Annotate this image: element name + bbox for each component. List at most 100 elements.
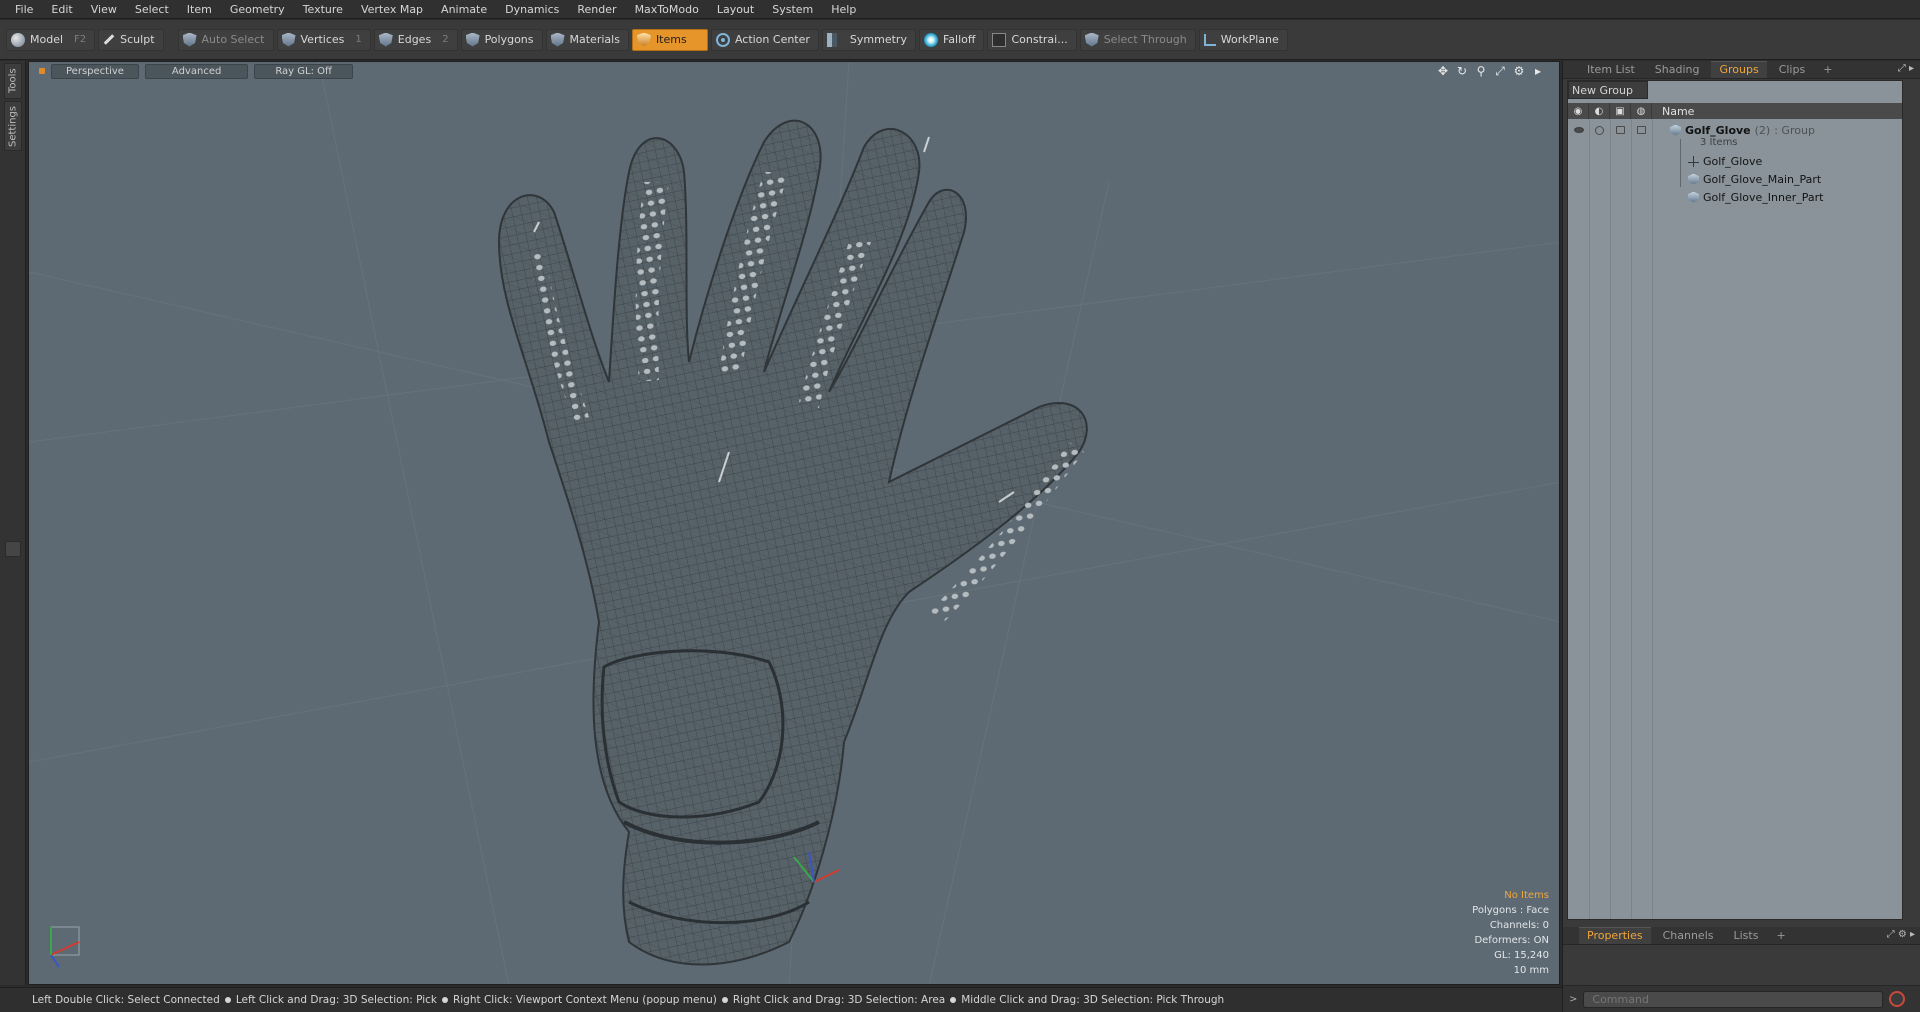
locator-icon — [1688, 155, 1699, 167]
menu-edit[interactable]: Edit — [42, 0, 81, 19]
falloff-label: Falloff — [942, 33, 976, 46]
select-column-icon[interactable]: ◍ — [1631, 103, 1652, 119]
action-center-button[interactable]: Action Center — [710, 28, 819, 51]
falloff-button[interactable]: Falloff — [918, 28, 985, 51]
item-name: Golf_Glove_Main_Part — [1703, 172, 1822, 186]
items-button[interactable]: Items — [631, 28, 708, 51]
menu-dynamics[interactable]: Dynamics — [496, 0, 568, 19]
command-history-icon[interactable]: > — [1569, 994, 1577, 1005]
groups-tree: New Group ◉ ◐ ▣ ◍ Name Golf_Glove (2) : … — [1567, 80, 1903, 920]
scale-info: 10 mm — [1513, 965, 1549, 976]
tab-clips[interactable]: Clips — [1771, 62, 1814, 78]
menu-help[interactable]: Help — [822, 0, 865, 19]
tools-tab[interactable]: Tools — [4, 63, 22, 99]
tree-item-golf-glove-main-part[interactable]: Golf_Glove_Main_Part — [1568, 170, 1902, 188]
select-toggle-icon[interactable] — [1637, 126, 1646, 134]
gear-icon[interactable]: ⚙ — [1512, 64, 1526, 78]
tab-properties[interactable]: Properties — [1579, 927, 1651, 944]
pan-icon[interactable]: ✥ — [1436, 64, 1450, 78]
vertices-button[interactable]: Vertices 1 — [276, 28, 371, 51]
menu-item[interactable]: Item — [178, 0, 221, 19]
group-count: (2) — [1754, 123, 1771, 137]
constraints-button[interactable]: Constrai... — [987, 28, 1077, 51]
sculpt-mode-button[interactable]: Sculpt — [98, 28, 164, 51]
auto-select-button[interactable]: Auto Select — [177, 28, 274, 51]
group-icon — [1670, 124, 1681, 136]
edges-button[interactable]: Edges 2 — [373, 28, 458, 51]
vertices-shortcut: 1 — [355, 34, 362, 45]
left-tool-strip: Tools Settings — [0, 61, 26, 985]
constraints-label: Constrai... — [1011, 33, 1068, 46]
advanced-tab[interactable]: Advanced — [144, 63, 249, 79]
menu-maxtomodo[interactable]: MaxToModo — [626, 0, 708, 19]
expand-panel-icon[interactable]: ⤢ ⚙ ▸ — [1887, 929, 1915, 940]
menu-system[interactable]: System — [763, 0, 822, 19]
workplane-icon — [1203, 33, 1216, 46]
panel-tabs: Item List Shading Groups Clips + ⤢ ▸ — [1563, 61, 1920, 79]
tab-lists[interactable]: Lists — [1726, 928, 1767, 944]
deformers-info: Deformers: ON — [1474, 935, 1549, 946]
select-through-icon — [1084, 32, 1099, 47]
viewport-info-overlay: No Items Polygons : Face Channels: 0 Def… — [1472, 888, 1549, 978]
eye-icon[interactable] — [1573, 127, 1584, 133]
zoom-icon[interactable]: ⚲ — [1474, 64, 1488, 78]
tree-item-golf-glove[interactable]: Golf_Glove — [1568, 152, 1902, 170]
add-tab-icon[interactable]: + — [1817, 63, 1838, 76]
menu-bar: File Edit View Select Item Geometry Text… — [0, 0, 1920, 19]
tab-item-list[interactable]: Item List — [1579, 62, 1643, 78]
name-column-header[interactable]: Name — [1652, 105, 1694, 118]
tree-item-golf-glove-inner-part[interactable]: Golf_Glove_Inner_Part — [1568, 188, 1902, 206]
edges-label: Edges — [397, 33, 432, 46]
command-bar: > — [1563, 985, 1920, 1012]
maximize-icon[interactable]: ⤢ — [1493, 64, 1507, 78]
render-column-icon[interactable]: ◐ — [1589, 103, 1610, 119]
expand-panel-icon[interactable]: ⤢ ▸ — [1898, 63, 1914, 74]
tree-header: ◉ ◐ ▣ ◍ Name — [1568, 103, 1902, 119]
select-through-button[interactable]: Select Through — [1079, 28, 1196, 51]
tab-channels[interactable]: Channels — [1655, 928, 1722, 944]
record-macro-button[interactable] — [1889, 991, 1906, 1007]
menu-geometry[interactable]: Geometry — [221, 0, 294, 19]
strip-toggle-button[interactable] — [5, 541, 21, 557]
action-center-icon — [715, 32, 730, 47]
viewport-menu-icon[interactable] — [39, 68, 45, 74]
lock-icon[interactable] — [1616, 126, 1625, 134]
raygl-tab[interactable]: Ray GL: Off — [254, 63, 353, 79]
axis-indicator — [50, 926, 80, 968]
menu-view[interactable]: View — [82, 0, 126, 19]
symmetry-button[interactable]: Symmetry — [821, 28, 916, 51]
vertices-label: Vertices — [300, 33, 345, 46]
materials-button[interactable]: Materials — [545, 28, 629, 51]
menu-select[interactable]: Select — [126, 0, 178, 19]
menu-layout[interactable]: Layout — [708, 0, 763, 19]
menu-texture[interactable]: Texture — [294, 0, 352, 19]
menu-vertex-map[interactable]: Vertex Map — [352, 0, 432, 19]
glove-wireframe-model — [29, 62, 1559, 984]
add-tab-icon[interactable]: + — [1770, 929, 1791, 942]
constraints-icon — [992, 32, 1007, 47]
play-arrow-icon[interactable]: ▸ — [1531, 64, 1545, 78]
channels-info: Channels: 0 — [1489, 920, 1549, 931]
polygons-icon — [465, 32, 480, 47]
settings-tab[interactable]: Settings — [4, 101, 22, 151]
status-hint: Right Click: Viewport Context Menu (popu… — [452, 994, 717, 1006]
workplane-button[interactable]: WorkPlane — [1198, 28, 1288, 51]
workplane-label: WorkPlane — [1220, 33, 1279, 46]
lock-column-icon[interactable]: ▣ — [1610, 103, 1631, 119]
visibility-column-icon[interactable]: ◉ — [1568, 103, 1589, 119]
3d-viewport[interactable]: Perspective Advanced Ray GL: Off ✥ ↻ ⚲ ⤢… — [28, 61, 1560, 985]
perspective-tab[interactable]: Perspective — [51, 63, 139, 79]
item-name: Golf_Glove — [1703, 154, 1763, 168]
tab-shading[interactable]: Shading — [1647, 62, 1708, 78]
menu-file[interactable]: File — [6, 0, 42, 19]
new-group-button[interactable]: New Group — [1568, 81, 1648, 99]
render-toggle-icon[interactable] — [1595, 125, 1604, 135]
rotate-icon[interactable]: ↻ — [1455, 64, 1469, 78]
main-toolbar: Model F2 Sculpt Auto Select Vertices 1 E… — [0, 20, 1920, 60]
menu-animate[interactable]: Animate — [432, 0, 496, 19]
model-mode-button[interactable]: Model F2 — [6, 28, 96, 51]
menu-render[interactable]: Render — [568, 0, 625, 19]
command-input[interactable] — [1583, 990, 1884, 1008]
polygons-button[interactable]: Polygons — [460, 28, 543, 51]
tab-groups[interactable]: Groups — [1711, 61, 1767, 78]
